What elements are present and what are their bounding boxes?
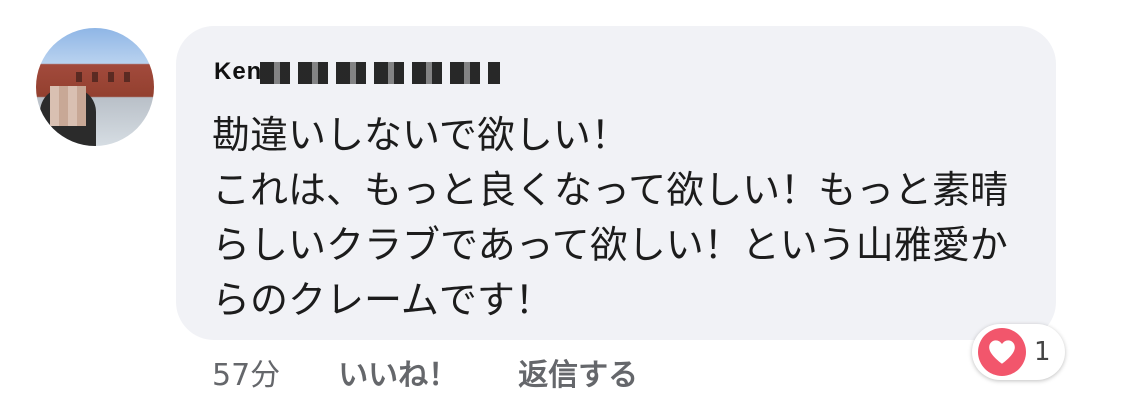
avatar[interactable]: [36, 28, 154, 146]
avatar-photo-detail: [108, 72, 114, 82]
author-name-redaction: [260, 62, 500, 84]
reaction-badge[interactable]: 1: [972, 324, 1065, 380]
comment-bubble: Ken 勘違いしないで欲しい！ これは、もっと良くなって欲しい！もっと素晴らしい…: [176, 26, 1056, 340]
comment-author[interactable]: Ken: [214, 58, 262, 86]
heart-icon: [978, 328, 1026, 376]
comment-timestamp[interactable]: 57分: [212, 350, 280, 394]
reply-button[interactable]: 返信する: [518, 350, 638, 394]
avatar-photo-detail: [92, 72, 98, 82]
avatar-face-blur: [50, 86, 86, 126]
comment-text: 勘違いしないで欲しい！ これは、もっと良くなって欲しい！もっと素晴らしいクラブで…: [212, 113, 1009, 322]
reaction-count: 1: [1034, 337, 1051, 367]
comment-actions: 57分 いいね！ 返信する: [212, 350, 638, 394]
avatar-photo-detail: [76, 72, 82, 82]
avatar-photo-detail: [124, 72, 130, 82]
like-button[interactable]: いいね！: [338, 350, 458, 394]
